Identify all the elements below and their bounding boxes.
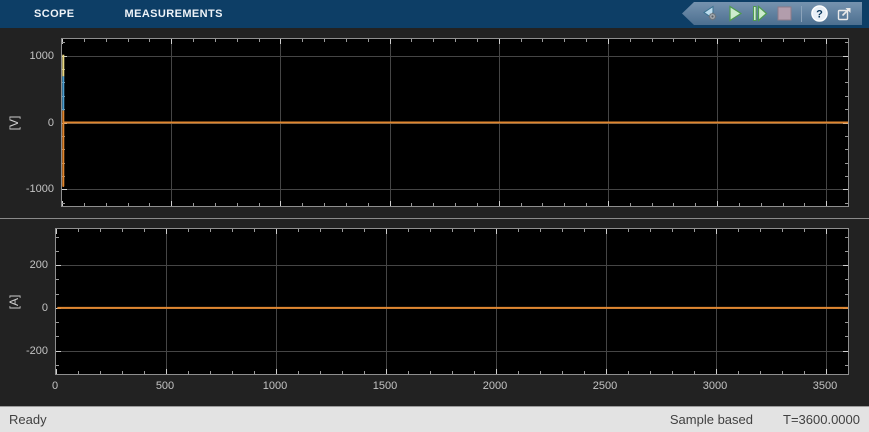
status-text: Ready — [9, 412, 47, 427]
scope-window: SCOPE MEASUREMENTS ? [V] [A] 1000 0 -100… — [0, 0, 869, 432]
x-tick-label: 1000 — [262, 380, 288, 392]
step-back-button[interactable] — [698, 3, 720, 24]
current-plot-area[interactable] — [55, 228, 849, 375]
x-tick-label: 2000 — [482, 380, 508, 392]
voltage-scope-canvas — [62, 39, 848, 206]
scope-figure: [V] [A] 1000 0 -1000 200 0 -200 0 500 1000 1500 20… — [0, 28, 869, 406]
svg-text:?: ? — [816, 9, 823, 21]
run-icon — [728, 5, 742, 22]
pop-out-icon — [837, 8, 850, 21]
y-tick-label: 200 — [29, 259, 48, 272]
step-back-settings-icon — [702, 5, 716, 21]
x-tick-label: 3500 — [812, 380, 838, 392]
y-tick-label: 0 — [41, 301, 48, 314]
x-tick-label: 2500 — [592, 380, 618, 392]
sim-time-label: T=3600.0000 — [783, 412, 860, 427]
y-tick-label: 0 — [47, 116, 54, 129]
toolstrip: SCOPE MEASUREMENTS ? — [0, 0, 869, 28]
y-tick-label: -200 — [25, 344, 48, 357]
y-tick-label: -1000 — [25, 183, 54, 196]
voltage-plot-area[interactable] — [61, 38, 849, 207]
stop-icon — [777, 6, 791, 21]
x-tick-label: 3000 — [702, 380, 728, 392]
help-icon: ? — [810, 5, 828, 22]
x-tick-label: 0 — [51, 380, 59, 392]
stop-button[interactable] — [773, 3, 795, 24]
popout-button[interactable] — [833, 3, 855, 24]
step-forward-button[interactable] — [748, 3, 770, 24]
sample-mode-label: Sample based — [669, 412, 754, 427]
quick-access-toolbar: ? — [682, 2, 862, 25]
x-tick-label: 1500 — [372, 380, 398, 392]
help-button[interactable]: ? — [808, 3, 830, 24]
panel-divider — [0, 218, 869, 219]
x-tick-label: 500 — [155, 380, 175, 392]
toolbar-divider — [801, 5, 802, 22]
run-button[interactable] — [723, 3, 745, 24]
y-tick-label: 1000 — [29, 49, 54, 62]
tab-scope[interactable]: SCOPE — [22, 0, 87, 28]
signal-3-line — [62, 110, 848, 187]
status-bar: Ready Sample based T=3600.0000 — [0, 406, 869, 432]
step-forward-icon — [752, 5, 767, 22]
current-scope-canvas — [56, 229, 848, 374]
tab-measurements[interactable]: MEASUREMENTS — [113, 0, 235, 28]
